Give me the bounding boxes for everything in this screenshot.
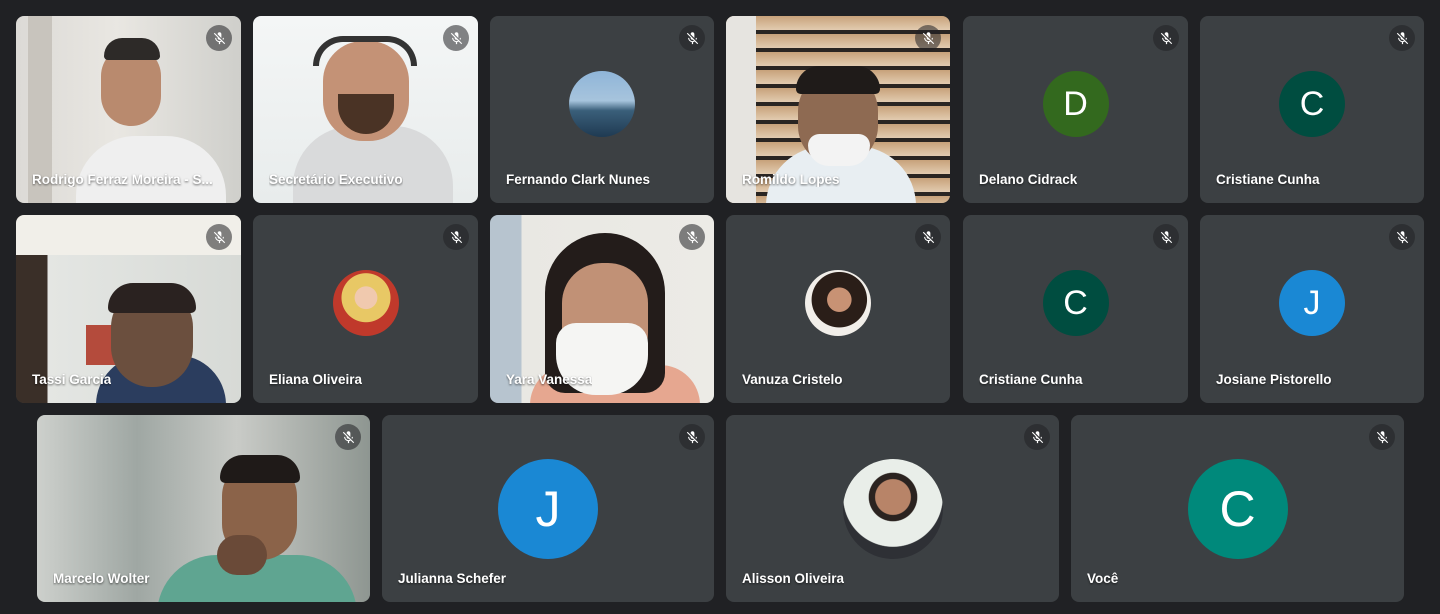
letter-avatar: J: [1279, 270, 1345, 337]
participant-name: Secretário Executivo: [269, 172, 403, 187]
mic-muted-icon: [915, 224, 941, 250]
participant-name: Marcelo Wolter: [53, 571, 150, 586]
participant-name: Alisson Oliveira: [742, 571, 845, 586]
mic-muted-icon: [1153, 224, 1179, 250]
participant-name: Yara Vanessa: [506, 372, 593, 387]
participant-name: Vanuza Cristelo: [742, 372, 843, 387]
letter-avatar: C: [1187, 458, 1288, 559]
participant-tile[interactable]: Vanuza Cristelo: [726, 215, 950, 403]
participant-name: Josiane Pistorello: [1216, 372, 1332, 387]
mic-muted-icon: [679, 25, 705, 51]
participant-tile[interactable]: Tassi Garcia: [16, 215, 241, 403]
letter-avatar: C: [1279, 70, 1345, 137]
participant-tile[interactable]: Rodrigo Ferraz Moreira - S...: [16, 16, 241, 203]
person-photo-avatar: [842, 458, 943, 559]
participant-tile[interactable]: Alisson Oliveira: [726, 415, 1059, 602]
mic-muted-icon: [679, 224, 705, 250]
mic-muted-icon: [443, 25, 469, 51]
mic-muted-icon: [679, 424, 705, 450]
participant-name: Eliana Oliveira: [269, 372, 363, 387]
participant-name: Rodrigo Ferraz Moreira - S...: [32, 172, 213, 187]
participant-tile[interactable]: Romildo Lopes: [726, 16, 950, 203]
mic-muted-icon: [1369, 424, 1395, 450]
letter-avatar: D: [1042, 70, 1109, 137]
participant-tile[interactable]: C Cristiane Cunha: [963, 215, 1188, 403]
mic-muted-icon: [1389, 224, 1415, 250]
participant-name: Fernando Clark Nunes: [506, 172, 651, 187]
mic-muted-icon: [443, 224, 469, 250]
mic-muted-icon: [206, 224, 232, 250]
participant-tile[interactable]: Marcelo Wolter: [37, 415, 370, 602]
participant-tile[interactable]: D Delano Cidrack: [963, 16, 1188, 203]
participant-name: Cristiane Cunha: [979, 372, 1083, 387]
participant-name: Delano Cidrack: [979, 172, 1078, 187]
participant-tile[interactable]: Secretário Executivo: [253, 16, 478, 203]
participant-tile[interactable]: J Josiane Pistorello: [1200, 215, 1424, 403]
person-photo-avatar: [332, 270, 399, 337]
participant-tile[interactable]: Yara Vanessa: [490, 215, 714, 403]
letter-avatar: C: [1042, 270, 1109, 337]
participant-name: Julianna Schefer: [398, 571, 507, 586]
participant-tile[interactable]: Fernando Clark Nunes: [490, 16, 714, 203]
participant-name: Romildo Lopes: [742, 172, 840, 187]
mic-muted-icon: [915, 25, 941, 51]
participant-name: Tassi Garcia: [32, 372, 112, 387]
participant-tile[interactable]: Eliana Oliveira: [253, 215, 478, 403]
mic-muted-icon: [1024, 424, 1050, 450]
participant-tile[interactable]: C Você: [1071, 415, 1404, 602]
mic-muted-icon: [335, 424, 361, 450]
participant-tile[interactable]: C Cristiane Cunha: [1200, 16, 1424, 203]
mic-muted-icon: [1153, 25, 1179, 51]
city-photo-avatar: [569, 70, 635, 137]
participant-name: Cristiane Cunha: [1216, 172, 1320, 187]
participant-name: Você: [1087, 571, 1119, 586]
letter-avatar: J: [498, 458, 598, 559]
person-photo-avatar: [805, 270, 871, 337]
participant-tile[interactable]: J Julianna Schefer: [382, 415, 714, 602]
mic-muted-icon: [206, 25, 232, 51]
mic-muted-icon: [1389, 25, 1415, 51]
